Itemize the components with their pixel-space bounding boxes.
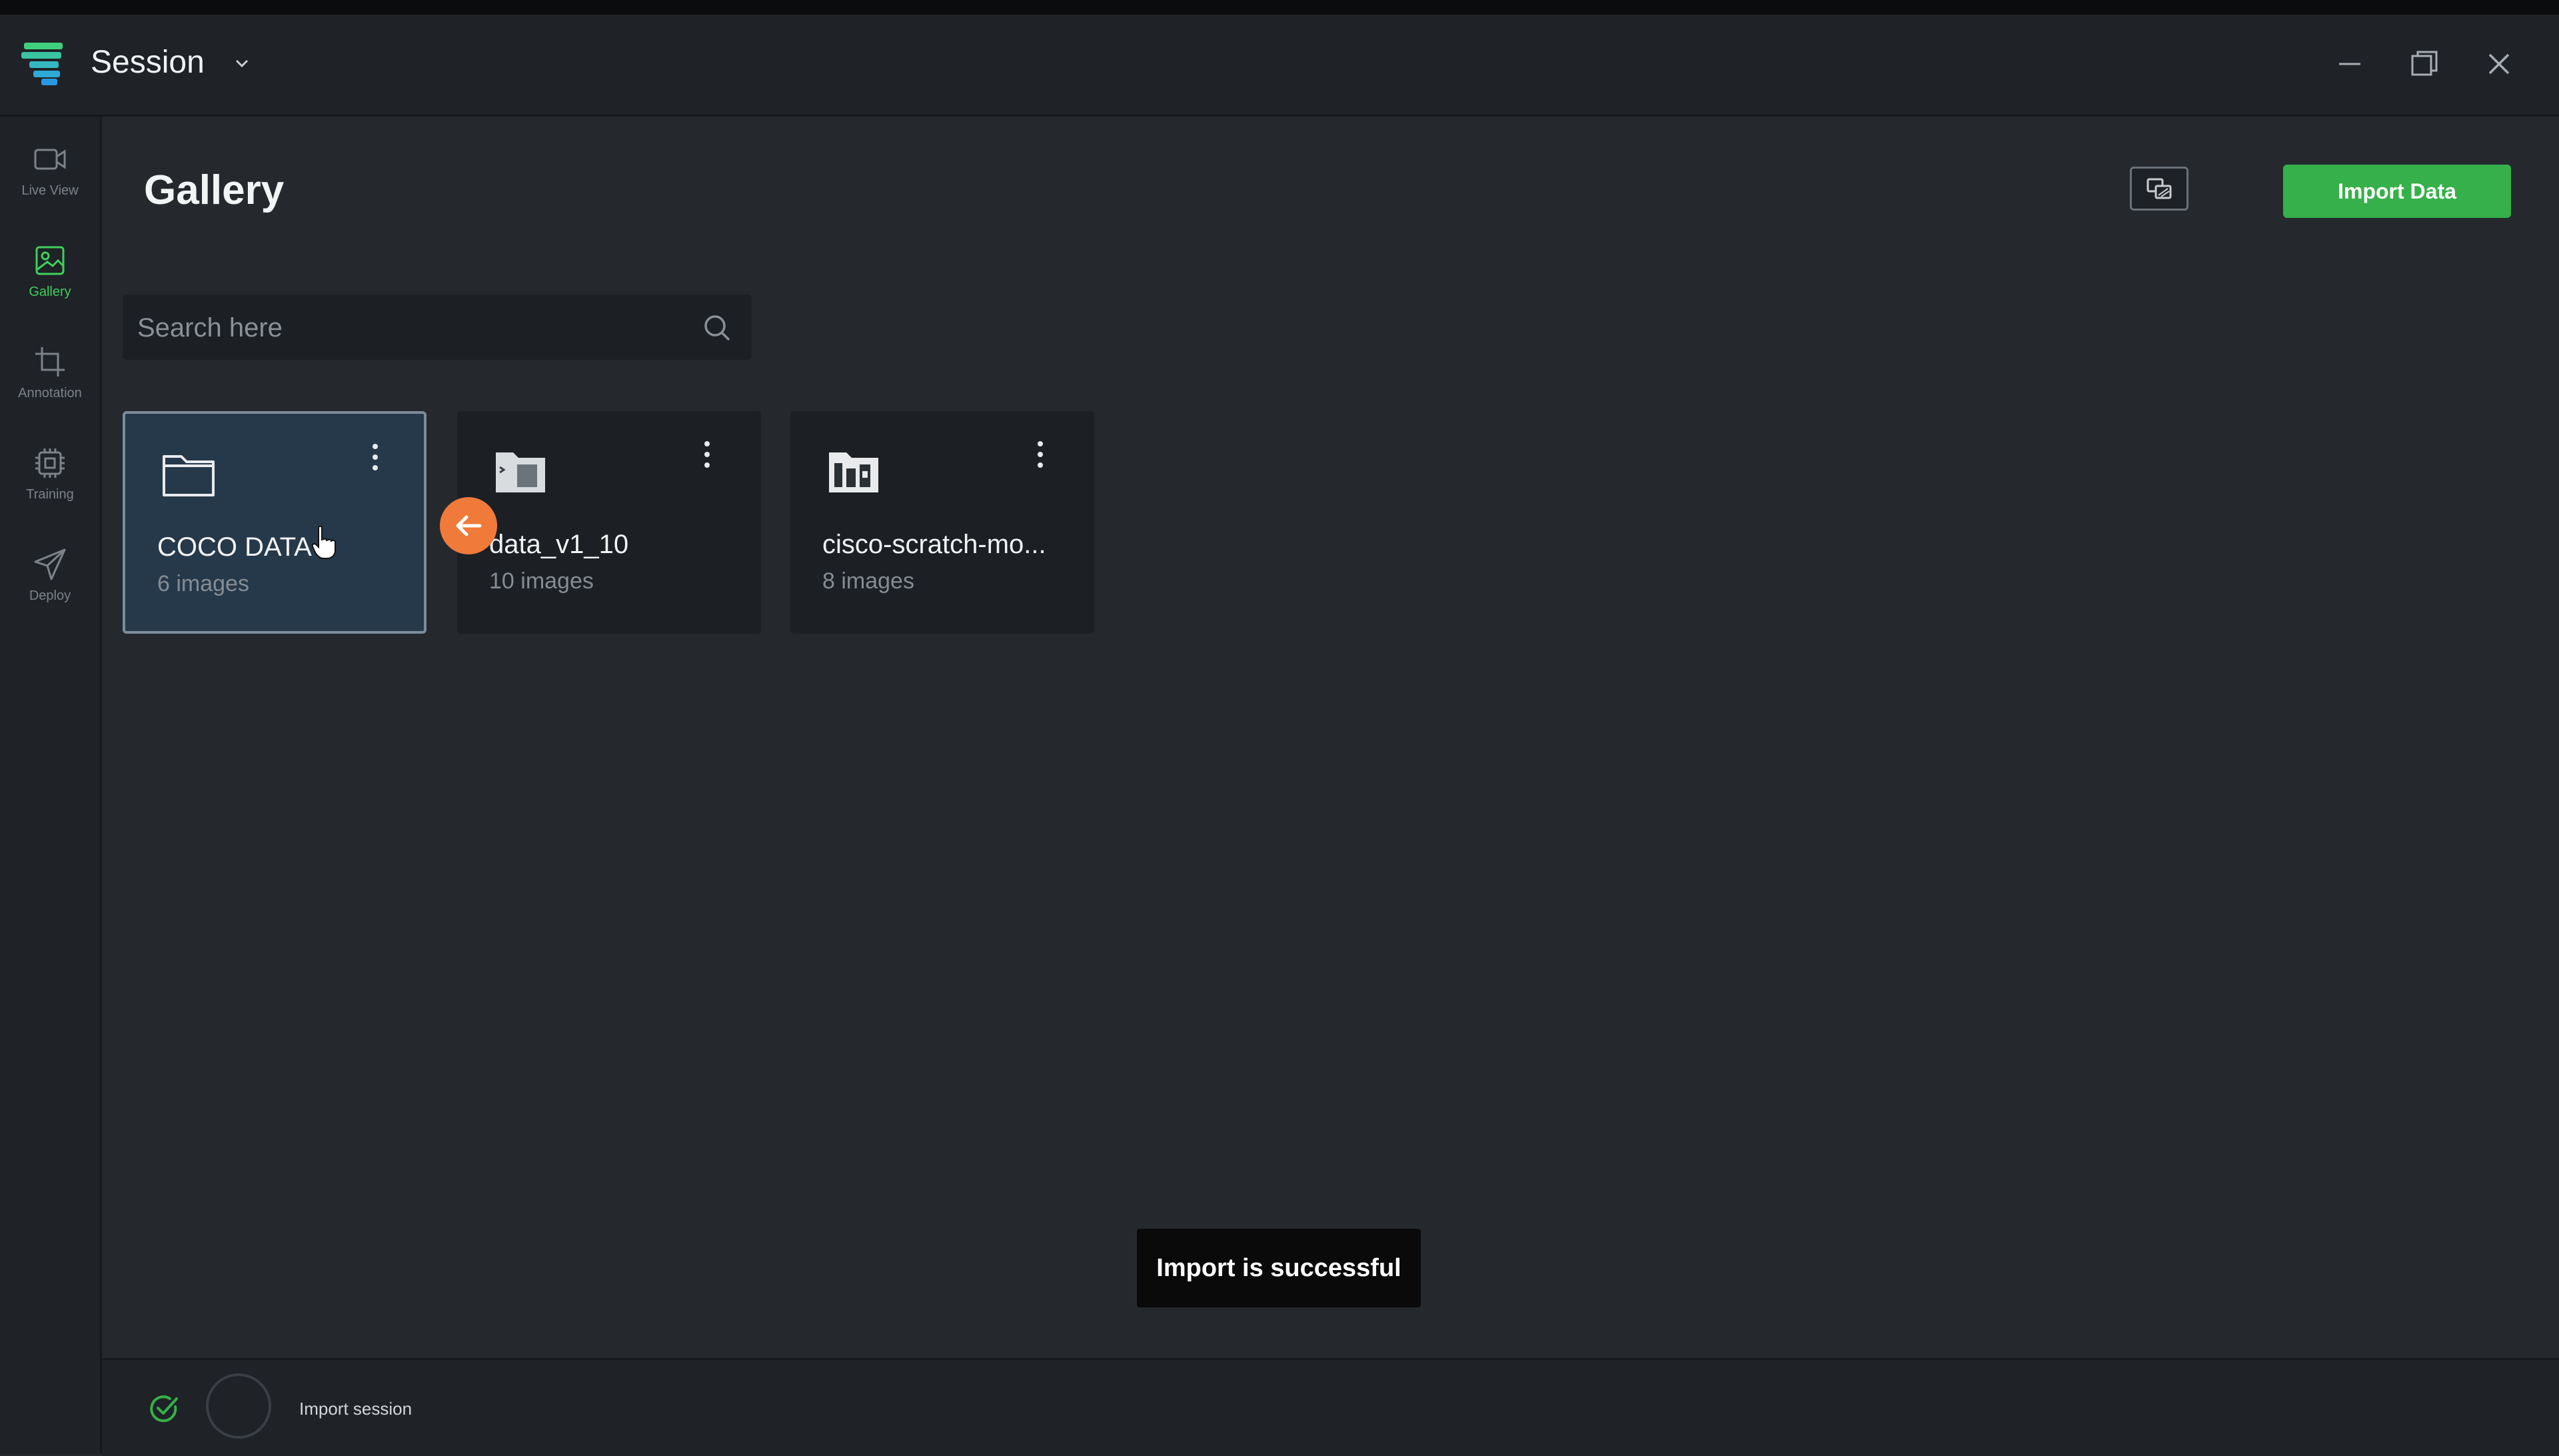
more-options-icon[interactable] — [365, 440, 385, 474]
top-strip — [0, 0, 2559, 15]
app-logo-icon — [21, 43, 63, 85]
video-camera-icon — [34, 149, 66, 170]
dataset-card[interactable]: data_v1_10 10 images — [457, 411, 761, 634]
import-data-button[interactable]: Import Data — [2283, 165, 2511, 218]
close-icon[interactable] — [2479, 44, 2519, 84]
search-input[interactable] — [136, 295, 672, 361]
sidebar-label: Training — [26, 487, 74, 502]
more-options-icon[interactable] — [1030, 438, 1050, 471]
dataset-card[interactable]: cisco-scratch-mo... 8 images — [790, 411, 1094, 634]
search-icon[interactable] — [701, 312, 733, 344]
dataset-name: data_v1_10 — [489, 530, 629, 559]
folder-image-icon — [829, 452, 878, 492]
dataset-count: 6 images — [157, 571, 249, 596]
sidebar-item-deploy[interactable]: Deploy — [0, 546, 100, 632]
send-icon — [34, 548, 66, 580]
dataset-count: 8 images — [822, 568, 914, 594]
sidebar: Live View Gallery Annotation Training De… — [0, 117, 102, 1454]
title-bar: Session — [0, 15, 2559, 117]
sidebar-item-gallery[interactable]: Gallery — [0, 242, 100, 329]
crop-icon — [35, 347, 65, 376]
image-icon — [35, 246, 65, 275]
search-box — [123, 295, 752, 361]
maximize-icon[interactable] — [2404, 44, 2444, 84]
check-circle-icon — [150, 1395, 178, 1423]
footer-status-label: Import session — [299, 1399, 413, 1419]
hand-cursor-icon — [311, 525, 336, 559]
sidebar-label: Deploy — [29, 588, 71, 603]
sidebar-item-training[interactable]: Training — [0, 444, 100, 531]
layers-icon — [2146, 178, 2172, 199]
sidebar-label: Annotation — [18, 386, 82, 400]
toast-notification: Import is successful — [1137, 1229, 1421, 1307]
chevron-down-icon[interactable] — [231, 52, 253, 75]
page-title: Gallery — [144, 167, 285, 213]
folder-icon — [163, 455, 215, 496]
progress-ring — [206, 1373, 271, 1439]
minimize-icon[interactable] — [2330, 44, 2370, 84]
arrow-left-icon — [456, 515, 482, 536]
sidebar-item-annotation[interactable]: Annotation — [0, 343, 100, 430]
dataset-name: cisco-scratch-mo... — [822, 530, 1046, 559]
session-title[interactable]: Session — [91, 44, 205, 81]
more-options-icon[interactable] — [697, 438, 717, 471]
sidebar-label: Gallery — [29, 285, 71, 299]
dataset-name: COCO DATA — [157, 532, 312, 562]
compare-view-button[interactable] — [2130, 167, 2188, 211]
folder-icon — [496, 452, 545, 492]
sidebar-item-live-view[interactable]: Live View — [0, 141, 100, 227]
dataset-card[interactable]: COCO DATA 6 images — [123, 411, 426, 634]
chip-icon — [35, 448, 65, 478]
dataset-count: 10 images — [489, 568, 594, 594]
back-arrow-button[interactable] — [440, 497, 497, 554]
sidebar-label: Live View — [21, 183, 79, 198]
status-footer: Import session — [102, 1358, 2559, 1456]
